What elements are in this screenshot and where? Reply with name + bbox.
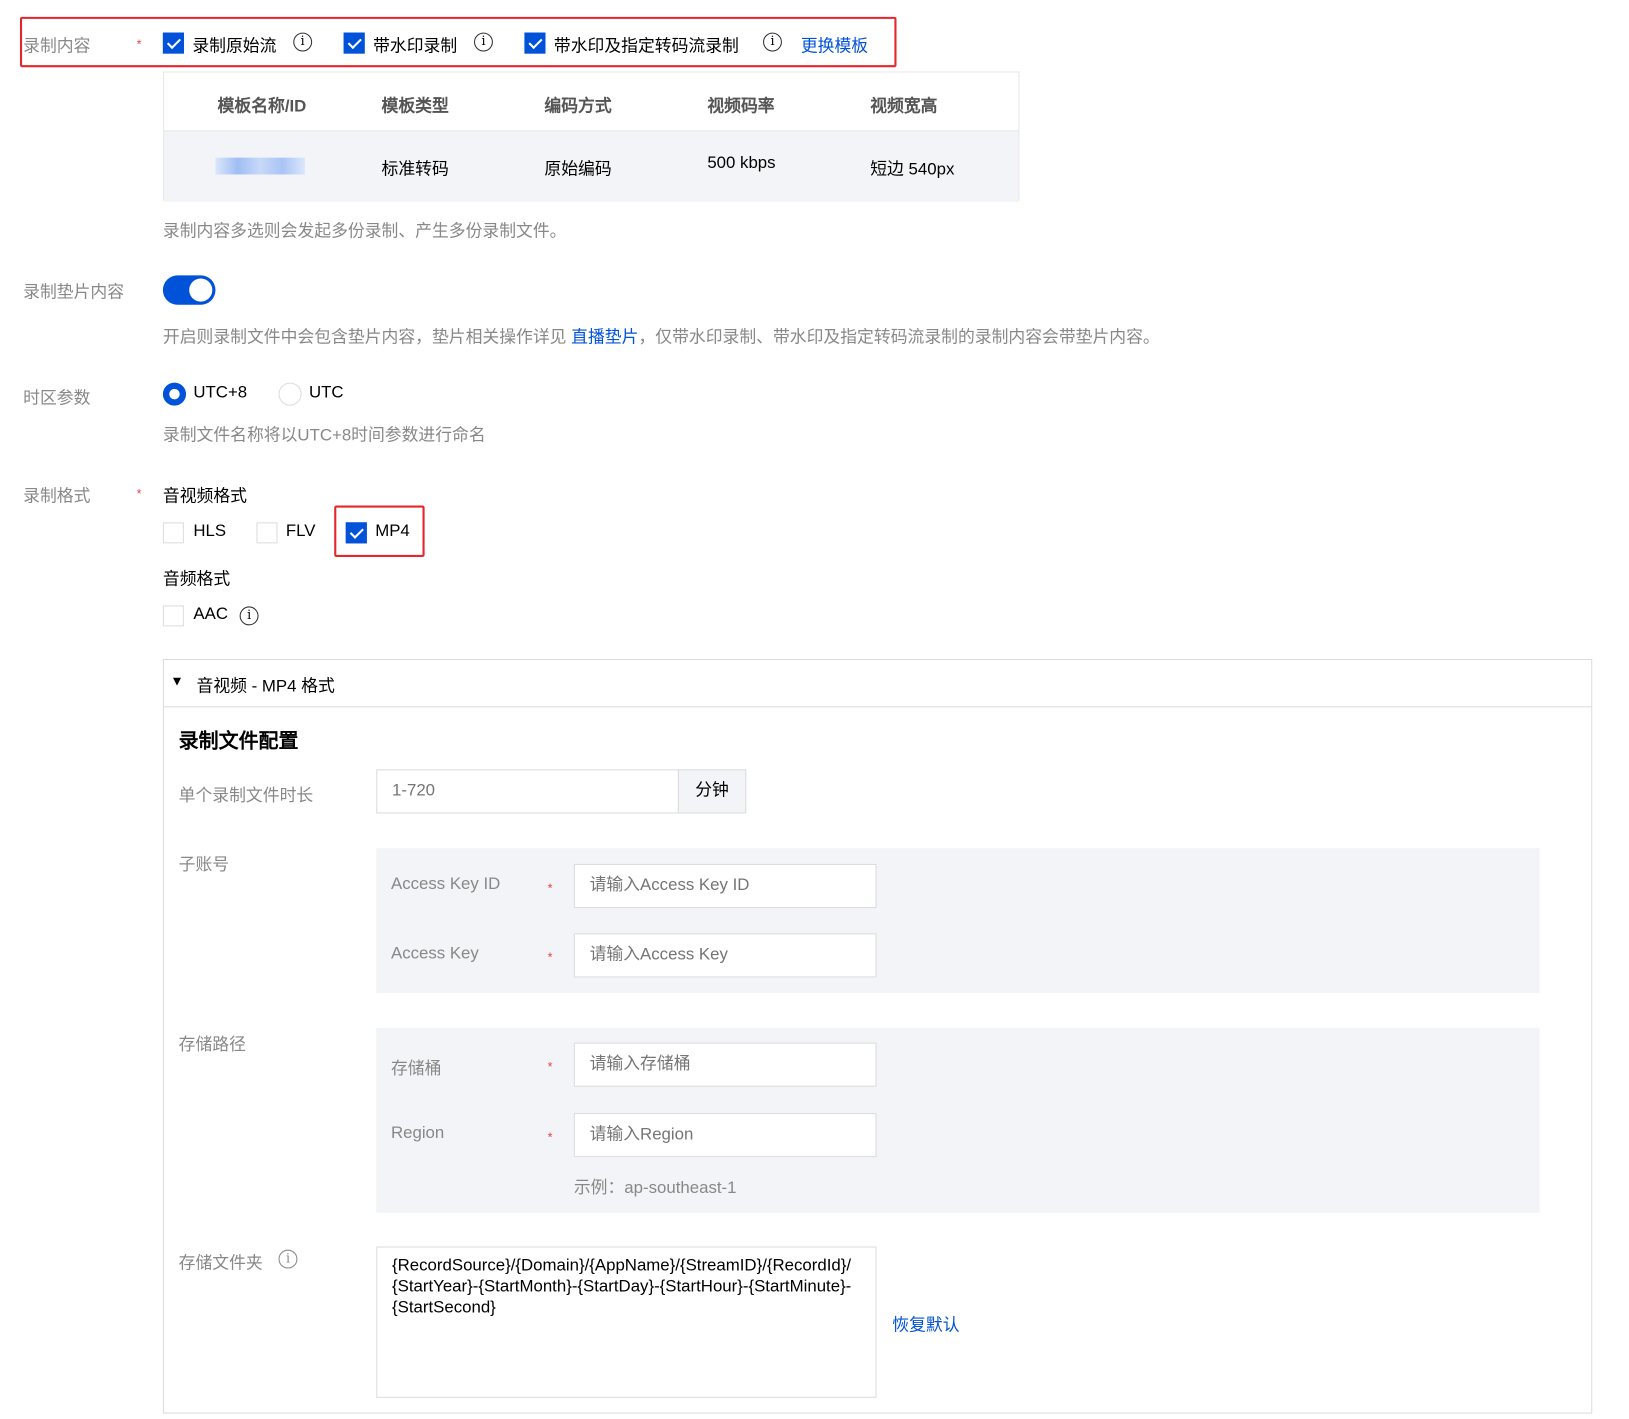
folder-label: 存储文件夹 xyxy=(178,1254,263,1273)
av-format-title: 音视频格式 xyxy=(162,487,248,506)
subaccount-group xyxy=(376,848,1540,994)
region-label: Region xyxy=(390,1124,445,1143)
region-input[interactable] xyxy=(573,1113,877,1158)
column-header: 视频宽高 xyxy=(870,97,938,116)
duration-unit: 分钟 xyxy=(677,769,747,814)
required-mark: * xyxy=(547,1059,553,1075)
required-mark: * xyxy=(136,486,142,502)
access-key-input[interactable] xyxy=(573,933,877,978)
slate-toggle[interactable] xyxy=(162,275,216,305)
restore-default-link[interactable]: 恢复默认 xyxy=(892,1311,959,1336)
info-icon[interactable]: i xyxy=(278,1249,298,1269)
help-text: 开启则录制文件中会包含垫片内容，垫片相关操作详见 xyxy=(162,328,572,347)
cell: 短边 540px xyxy=(870,160,955,179)
collapse-triangle-icon[interactable]: ▼ xyxy=(170,673,184,689)
record-content-help: 录制内容多选则会发起多份录制、产生多份录制文件。 xyxy=(162,222,567,241)
panel-title[interactable]: 音视频 - MP4 格式 xyxy=(197,672,335,697)
help-text: ，仅带水印录制、带水印及指定转码流录制的录制内容会带垫片内容。 xyxy=(638,328,1160,347)
bucket-label: 存储桶 xyxy=(390,1060,442,1079)
checkbox-original-stream[interactable] xyxy=(162,32,184,54)
bucket-input[interactable] xyxy=(573,1042,877,1087)
duration-label: 单个录制文件时长 xyxy=(178,787,314,806)
info-icon[interactable]: i xyxy=(293,32,313,52)
subaccount-label: 子账号 xyxy=(178,856,230,875)
radio-utc8[interactable] xyxy=(162,382,187,406)
live-slate-link[interactable]: 直播垫片 xyxy=(571,329,638,347)
info-icon[interactable]: i xyxy=(763,32,782,52)
access-key-id-input[interactable] xyxy=(573,863,877,909)
required-mark: * xyxy=(547,950,553,965)
checkbox-watermark[interactable] xyxy=(343,32,365,54)
duration-input[interactable] xyxy=(376,769,679,814)
record-content-label: 录制内容 xyxy=(23,37,91,56)
option-label: 带水印录制 xyxy=(373,37,458,56)
option-label: 带水印及指定转码流录制 xyxy=(553,37,739,56)
checkbox-aac[interactable] xyxy=(162,605,184,627)
cell: 原始编码 xyxy=(544,160,612,179)
key-id-label: Access Key ID xyxy=(390,875,501,894)
checkbox-hls[interactable] xyxy=(162,522,184,544)
column-header: 视频码率 xyxy=(707,97,775,116)
folder-textarea[interactable]: {RecordSource}/{Domain}/{AppName}/{Strea… xyxy=(376,1246,877,1398)
format-label: 录制格式 xyxy=(23,487,91,506)
info-icon[interactable]: i xyxy=(474,32,493,52)
slate-help: 开启则录制文件中会包含垫片内容，垫片相关操作详见 直播垫片，仅带水印录制、带水印… xyxy=(163,323,1160,348)
timezone-help: 录制文件名称将以UTC+8时间参数进行命名 xyxy=(162,426,486,445)
storage-group xyxy=(376,1027,1540,1213)
key-label: Access Key xyxy=(390,944,479,963)
blurred-template-name xyxy=(215,157,305,175)
required-mark: * xyxy=(547,880,553,896)
slate-label: 录制垫片内容 xyxy=(23,283,125,302)
column-header: 编码方式 xyxy=(544,97,612,116)
column-header: 模板类型 xyxy=(381,97,449,116)
info-icon[interactable]: i xyxy=(239,606,259,626)
radio-utc[interactable] xyxy=(278,382,302,406)
section-title: 录制文件配置 xyxy=(178,730,299,753)
radio-label: UTC xyxy=(308,383,344,402)
change-template-link[interactable]: 更换模板 xyxy=(801,32,868,57)
checkbox-flv[interactable] xyxy=(256,522,278,544)
region-example: 示例：ap-southeast-1 xyxy=(573,1179,737,1198)
checkbox-mp4[interactable] xyxy=(345,522,367,544)
column-header: 模板名称/ID xyxy=(217,97,307,116)
required-mark: * xyxy=(547,1129,553,1145)
option-label: FLV xyxy=(285,522,316,541)
required-mark: * xyxy=(136,36,142,52)
checkbox-watermark-transcode[interactable] xyxy=(524,32,546,54)
option-label: HLS xyxy=(193,522,227,541)
option-label: 录制原始流 xyxy=(192,37,277,56)
audio-format-title: 音频格式 xyxy=(162,570,231,589)
radio-label: UTC+8 xyxy=(193,383,248,402)
option-label: MP4 xyxy=(375,522,410,541)
option-label: AAC xyxy=(193,605,228,624)
cell: 500 kbps xyxy=(707,154,776,173)
storage-label: 存储路径 xyxy=(178,1036,246,1055)
cell: 标准转码 xyxy=(381,160,449,179)
timezone-label: 时区参数 xyxy=(23,389,91,408)
